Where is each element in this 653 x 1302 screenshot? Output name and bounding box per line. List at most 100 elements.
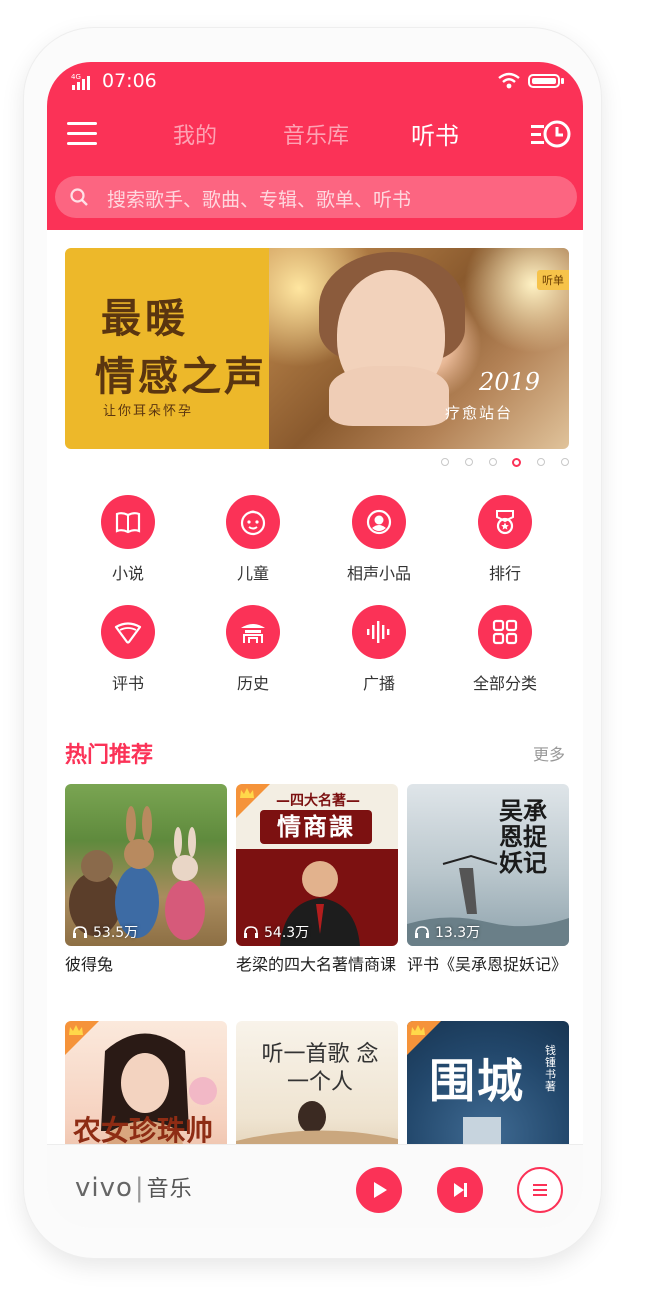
play-count-value: 13.3万	[435, 925, 481, 941]
battery-icon	[528, 74, 560, 88]
category-icon-circle	[101, 605, 155, 659]
next-button[interactable]	[437, 1167, 483, 1213]
headphones-icon	[415, 926, 429, 938]
status-bar: 4G 07:06	[47, 62, 583, 102]
crown-icon	[69, 1025, 83, 1035]
category-icon-circle	[352, 495, 406, 549]
category-icon-circle	[226, 495, 280, 549]
tab-audiobooks[interactable]: 听书	[411, 116, 459, 151]
tab-mine[interactable]: 我的	[173, 118, 217, 150]
play-count: 13.3万	[415, 922, 480, 942]
search-placeholder: 搜索歌手、歌曲、专辑、歌单、听书	[107, 189, 412, 211]
category-icon-circle	[226, 605, 280, 659]
temple-icon	[241, 624, 265, 643]
category-label: 广播	[362, 674, 395, 693]
album-title: 老梁的四大名著情商课	[236, 955, 397, 974]
banner-subtitle: 让你耳朵怀孕	[103, 404, 194, 419]
pagination-dot[interactable]	[561, 458, 569, 466]
album-cover: —四大名著— 情商課 54.3万	[236, 784, 398, 946]
play-button[interactable]	[356, 1167, 402, 1213]
category-crosstalk[interactable]: 相声小品	[334, 495, 424, 595]
menu-icon-bar	[67, 142, 97, 145]
pagination-dot[interactable]	[489, 458, 497, 466]
category-label: 小说	[111, 564, 144, 583]
banner-photo: 2019 疗愈站台 听单	[269, 248, 569, 449]
app-screen: 4G 07:06 我的 音乐库 听书 搜索歌手、歌曲、专辑、歌单、听书 最暖 情…	[47, 62, 583, 1228]
crown-icon	[411, 1025, 425, 1035]
more-link[interactable]: 更多	[533, 741, 565, 765]
category-novel[interactable]: 小说	[83, 495, 173, 595]
brand-logo: vivo|音乐	[75, 1171, 193, 1203]
category-ranking[interactable]: 排行	[460, 495, 550, 595]
pagination-dot[interactable]	[537, 458, 545, 466]
cover-author: 钱锺书著	[545, 1044, 556, 1093]
pagination-dot[interactable]	[465, 458, 473, 466]
comedy-mask-icon	[366, 509, 392, 535]
battery-tip	[561, 78, 564, 84]
category-label: 相声小品	[346, 564, 411, 583]
playlist-button[interactable]	[517, 1167, 563, 1213]
album-cover: 53.5万	[65, 784, 227, 946]
category-icon-circle	[101, 495, 155, 549]
banner-portrait-hands	[329, 366, 449, 426]
headphones-icon	[244, 926, 258, 938]
promo-banner[interactable]: 最暖 情感之声 让你耳朵怀孕 2019 疗愈站台 听单	[65, 248, 569, 449]
status-time: 07:06	[102, 70, 157, 92]
category-label: 评书	[111, 674, 144, 693]
headphones-icon	[73, 926, 87, 938]
category-all[interactable]: 全部分类	[460, 605, 550, 705]
category-label: 历史	[236, 674, 269, 693]
brand-name-cn: 音乐	[146, 1177, 193, 1202]
network-type-label: 4G	[71, 73, 81, 81]
brand-name: vivo	[75, 1173, 133, 1203]
category-radio[interactable]: 广播	[334, 605, 424, 705]
fan-icon	[114, 622, 142, 644]
cover-title: 农女珍珠帅	[73, 1114, 214, 1147]
play-history-icon[interactable]	[529, 118, 573, 150]
category-icon-circle	[478, 495, 532, 549]
grid-icon	[492, 619, 518, 645]
search-icon	[70, 188, 88, 206]
banner-title-line1: 最暖	[101, 295, 189, 342]
category-kids[interactable]: 儿童	[208, 495, 298, 595]
pagination-dot-active[interactable]	[512, 458, 521, 467]
album-title: 彼得兔	[65, 955, 114, 974]
top-nav: 我的 音乐库 听书	[47, 110, 583, 160]
book-icon	[115, 512, 141, 534]
wifi-icon	[498, 72, 520, 89]
category-icon-circle	[478, 605, 532, 659]
cellular-signal-icon: 4G	[71, 73, 90, 90]
medal-icon	[496, 510, 514, 535]
banner-tag: 听单	[537, 270, 569, 290]
category-label: 排行	[488, 564, 521, 583]
play-count: 53.5万	[73, 922, 138, 942]
playlist-icon	[533, 1184, 547, 1196]
skip-next-icon	[454, 1183, 467, 1197]
play-count: 54.3万	[244, 922, 309, 942]
pagination-dot[interactable]	[441, 458, 449, 466]
album-cover: 吴承恩捉妖记 13.3万	[407, 784, 569, 946]
banner-pagination	[435, 458, 575, 468]
menu-button[interactable]	[67, 120, 99, 146]
banner-text-panel: 最暖 情感之声 让你耳朵怀孕	[65, 248, 269, 449]
brand-separator: |	[134, 1173, 145, 1203]
category-icon-circle	[352, 605, 406, 659]
banner-title-line2: 情感之声	[95, 353, 267, 400]
category-label: 全部分类	[472, 674, 537, 693]
radio-wave-icon	[367, 621, 390, 643]
app-header: 4G 07:06 我的 音乐库 听书 搜索歌手、歌曲、专辑、歌单、听书	[47, 62, 583, 230]
category-label: 儿童	[236, 564, 269, 583]
category-storytelling[interactable]: 评书	[83, 605, 173, 705]
banner-slogan: 疗愈站台	[445, 404, 514, 422]
search-bar[interactable]: 搜索歌手、歌曲、专辑、歌单、听书	[55, 176, 577, 218]
crown-icon	[240, 788, 254, 798]
tab-music-library[interactable]: 音乐库	[283, 118, 349, 150]
play-icon	[374, 1182, 387, 1198]
section-title: 热门推荐	[65, 743, 154, 768]
banner-year: 2019	[479, 368, 541, 396]
cover-title: 围城	[429, 1054, 525, 1108]
category-history[interactable]: 历史	[208, 605, 298, 705]
play-count-value: 53.5万	[93, 925, 139, 941]
child-face-icon	[240, 510, 266, 536]
album-title: 评书《吴承恩捉妖记》	[407, 955, 568, 974]
